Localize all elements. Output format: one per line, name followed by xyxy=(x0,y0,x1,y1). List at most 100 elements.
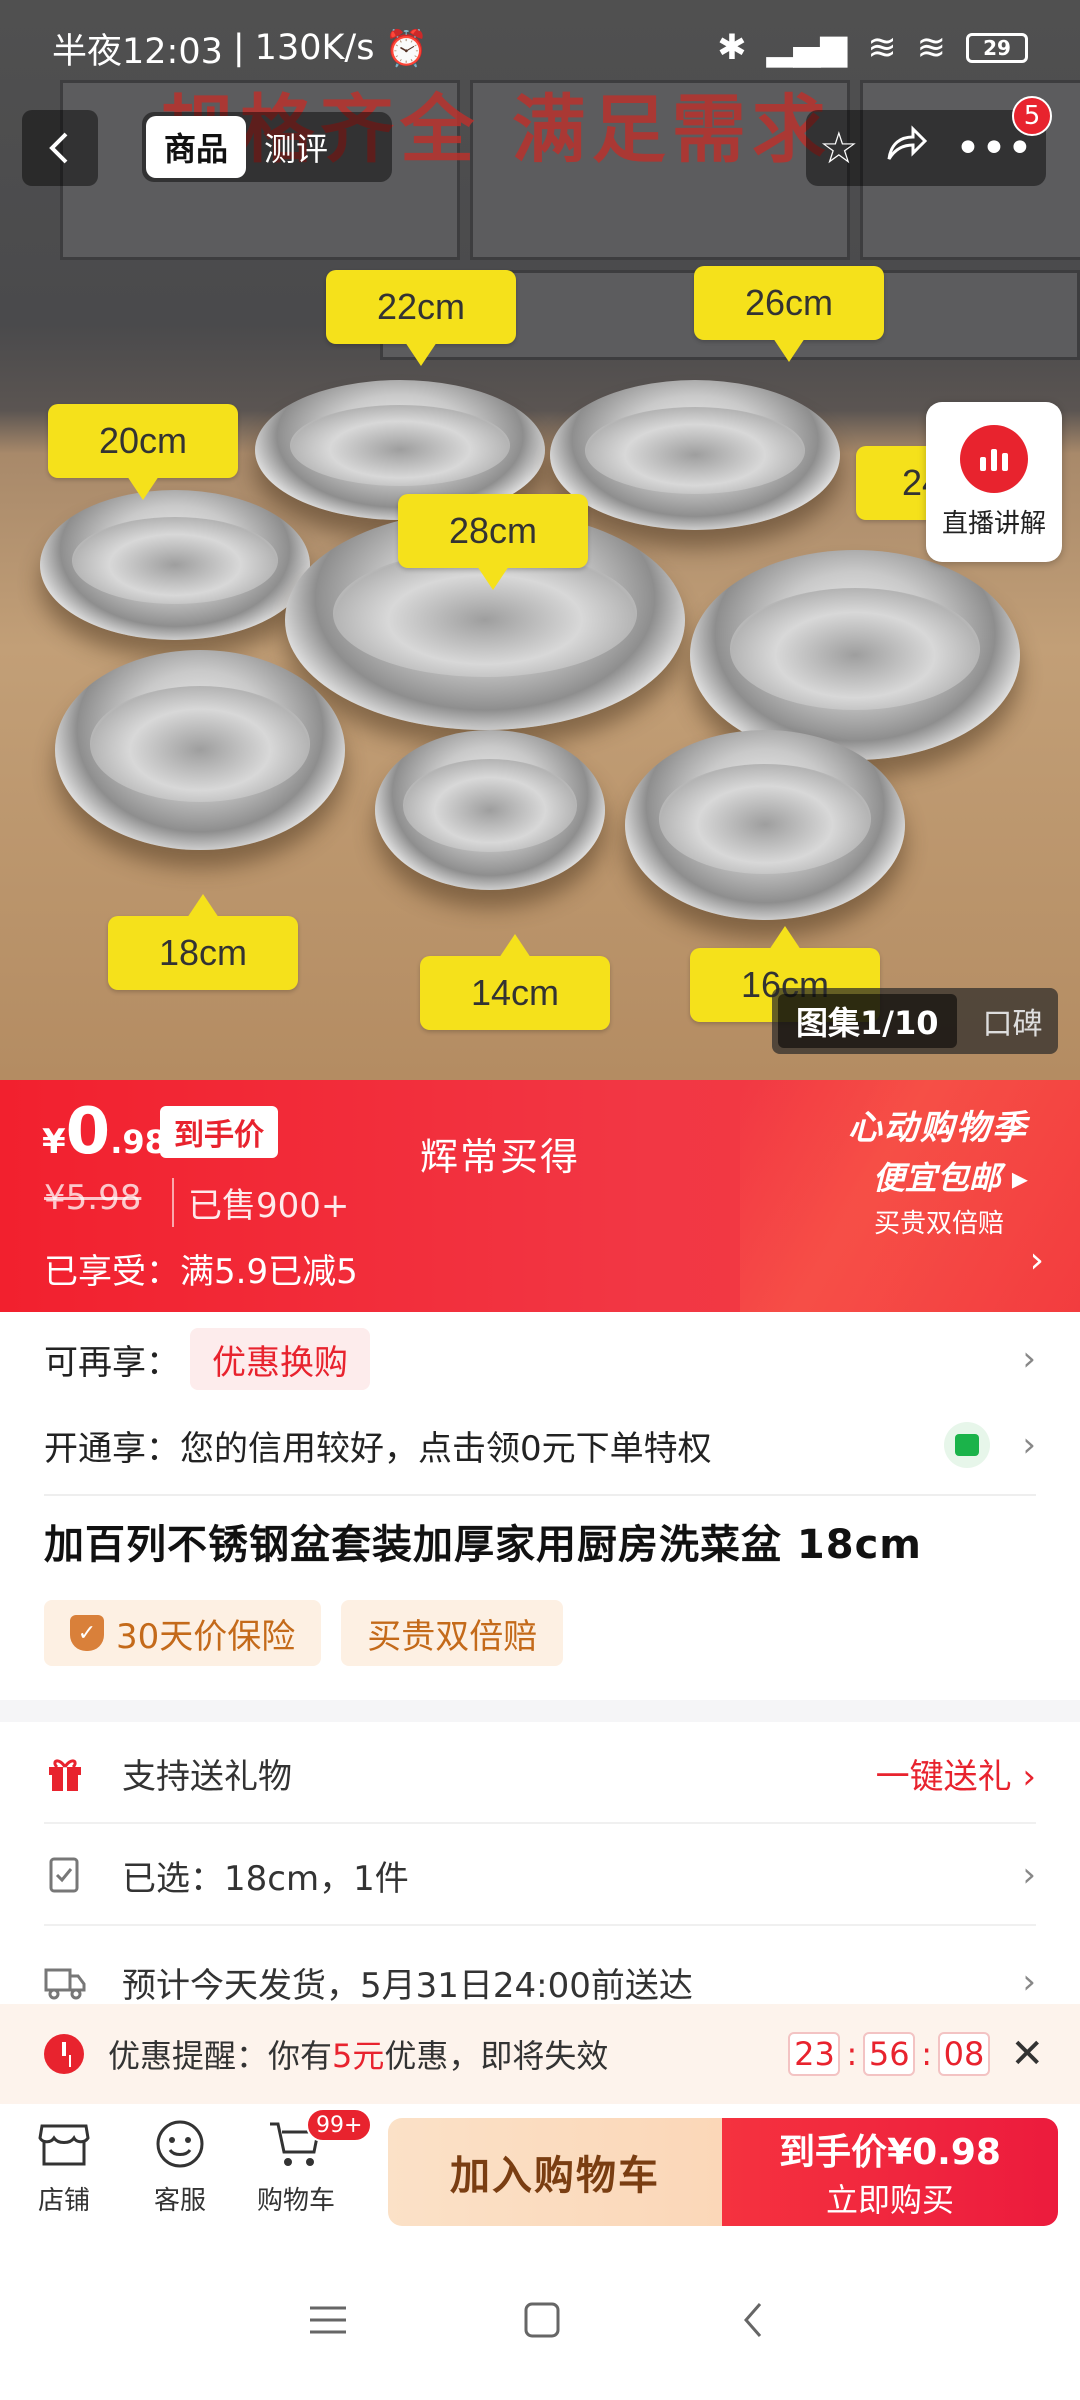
chevron-right-icon: › xyxy=(1022,1339,1036,1379)
countdown-colon: : xyxy=(846,2035,858,2073)
price-protection-badge[interactable]: ✓ 30天价保险 xyxy=(44,1600,322,1666)
service-badges: ✓ 30天价保险 买贵双倍赔 xyxy=(44,1600,564,1666)
share-icon[interactable] xyxy=(885,123,929,174)
status-bar: 半夜12:03 | 130K/s ⏰ ✱ ▂▄▆ ≋ ≋ 29 xyxy=(0,0,1080,96)
product-detail-page: 规格齐全 满足需求 22cm 26cm 20cm 24cm 28cm 18cm … xyxy=(0,0,1080,2400)
credit-privilege-row[interactable]: 开通享：您的信用较好，点击领0元下单特权 › xyxy=(44,1412,1036,1478)
size-tag: 22cm xyxy=(326,270,516,366)
cart-button[interactable]: 99+ 购物车 xyxy=(246,2108,373,2217)
bowl-18 xyxy=(55,650,345,850)
close-icon[interactable]: ✕ xyxy=(1010,2031,1044,2077)
promo-free-shipping: 便宜包邮 ▸ xyxy=(872,1159,1028,1197)
coupon-reminder-bar[interactable]: 优惠提醒：你有 5元 优惠，即将失效 23 : 56 : 08 ✕ xyxy=(0,2004,1080,2104)
action-buttons: ☆ ••• 5 xyxy=(806,96,1052,186)
product-title[interactable]: 加百列不锈钢盆套装加厚家用厨房洗菜盆 18cm xyxy=(44,1512,922,1570)
divider xyxy=(44,1494,1036,1496)
bottom-action-bar: 店铺 客服 99+ 购物车 加入购物车 到手价¥0.98 立即购买 xyxy=(0,2104,1080,2240)
promo-event-title: 心动购物季 xyxy=(848,1108,1028,1148)
alarm-icon: ⏰ xyxy=(384,28,429,69)
wifi-icon: ≋ xyxy=(867,28,897,68)
favorite-star-icon[interactable]: ☆ xyxy=(819,123,858,174)
gallery-tab[interactable]: 图集1/10 xyxy=(778,994,957,1048)
buy-now-button[interactable]: 到手价¥0.98 立即购买 xyxy=(722,2118,1058,2226)
shop-button[interactable]: 店铺 xyxy=(14,2118,114,2217)
one-click-gift-link[interactable]: 一键送礼 › xyxy=(876,1749,1036,1798)
buy-now-label: 立即购买 xyxy=(825,2181,954,2219)
signal-icon: ▂▄▆ xyxy=(766,28,848,68)
price-banner: ¥ 0 .98 到手价 辉常买得 ¥5.98 已售900+ 已享受：满5.9已减… xyxy=(0,1080,1080,1312)
chevron-right-icon: › xyxy=(1022,1425,1036,1465)
price-decimal: .98 xyxy=(110,1123,167,1161)
original-price: ¥5.98 xyxy=(44,1178,142,1218)
size-tag: 28cm xyxy=(398,494,588,590)
section-gap xyxy=(0,1700,1080,1722)
notification-badge: 5 xyxy=(1012,96,1052,136)
shield-check-icon: ✓ xyxy=(70,1615,104,1651)
size-tag: 26cm xyxy=(694,266,884,362)
chevron-left-icon xyxy=(49,132,68,164)
price-integer: 0 xyxy=(65,1095,111,1169)
promo-slogan: 辉常买得 xyxy=(420,1135,581,1179)
truck-icon xyxy=(44,1961,86,2003)
add-to-cart-button[interactable]: 加入购物车 xyxy=(388,2118,722,2226)
extra-offers-label: 可再享： xyxy=(44,1342,180,1383)
top-nav: 商品 测评 ☆ ••• 5 xyxy=(22,96,1052,186)
bowl-26 xyxy=(550,380,840,530)
bowl-14 xyxy=(375,730,605,890)
promo-event[interactable]: 心动购物季 便宜包邮 ▸ 买贵双倍赔 xyxy=(848,1100,1028,1240)
buy-price-label: 到手价 xyxy=(779,2132,888,2173)
cart-count-badge: 99+ xyxy=(306,2108,373,2142)
back-button[interactable] xyxy=(22,110,98,186)
gift-row[interactable]: 支持送礼物 一键送礼 › xyxy=(44,1724,1036,1824)
chevron-right-icon: › xyxy=(1022,1962,1036,2002)
status-time: 半夜12:03 xyxy=(52,31,223,72)
network-speed: 130K/s xyxy=(254,28,375,68)
bluetooth-icon: ✱ xyxy=(717,28,747,68)
cart-icon: 99+ xyxy=(268,2108,373,2170)
chevron-right-icon[interactable]: › xyxy=(1030,1240,1044,1281)
buy-price-value: ¥0.98 xyxy=(887,2132,1001,2173)
tab-product[interactable]: 商品 xyxy=(146,116,247,178)
wifi-icon: ≋ xyxy=(916,28,946,68)
gift-label: 支持送礼物 xyxy=(122,1756,292,1797)
battery-icon: 29 xyxy=(966,33,1028,63)
buy-now-price: 到手价¥0.98 xyxy=(779,2123,1001,2175)
home-square-icon[interactable] xyxy=(522,2300,562,2340)
double-refund-label: 买贵双倍赔 xyxy=(367,1616,538,1657)
extra-offers-row[interactable]: 可再享： 优惠换购 › xyxy=(44,1326,1036,1392)
sold-count: 已售900+ xyxy=(172,1178,349,1227)
view-tabs: 商品 测评 xyxy=(142,112,392,182)
reviews-tab[interactable]: 口碑 xyxy=(957,999,1043,1043)
status-divider: | xyxy=(232,28,245,68)
countdown-seconds: 08 xyxy=(938,2032,990,2076)
reminder-prefix: 优惠提醒：你有 xyxy=(108,2037,333,2075)
price-currency: ¥ xyxy=(42,1122,66,1162)
reminder-amount: 5元 xyxy=(332,2037,385,2075)
share-arrow-icon xyxy=(887,124,927,160)
gift-icon xyxy=(44,1752,86,1794)
countdown-colon: : xyxy=(921,2035,932,2073)
bowl-20 xyxy=(40,490,310,640)
final-price: ¥ 0 .98 xyxy=(42,1100,167,1164)
trade-in-chip[interactable]: 优惠换购 xyxy=(190,1328,370,1390)
countdown-hours: 23 xyxy=(788,2032,841,2076)
live-explain-button[interactable]: 直播讲解 xyxy=(926,402,1062,562)
menu-icon[interactable] xyxy=(306,2300,350,2340)
clock-icon xyxy=(44,2034,84,2074)
back-arrow-icon[interactable] xyxy=(734,2300,774,2340)
live-explain-label: 直播讲解 xyxy=(941,508,1046,539)
customer-service-label: 客服 xyxy=(153,2186,206,2216)
countdown-timer: 23 : 56 : 08 xyxy=(788,2032,990,2076)
price-protection-label: 30天价保险 xyxy=(116,1616,296,1657)
tab-review[interactable]: 测评 xyxy=(246,116,346,178)
customer-service-button[interactable]: 客服 xyxy=(130,2118,230,2217)
double-refund-badge[interactable]: 买贵双倍赔 xyxy=(341,1600,564,1666)
size-tag: 20cm xyxy=(48,404,238,500)
chevron-right-icon: › xyxy=(1022,1855,1036,1895)
selected-spec-row[interactable]: 已选：18cm，1件 › xyxy=(44,1826,1036,1926)
credit-privilege-text: 开通享：您的信用较好，点击领0元下单特权 xyxy=(44,1428,712,1469)
size-tag: 18cm xyxy=(108,894,298,990)
shop-icon xyxy=(36,2118,92,2170)
cart-label: 购物车 xyxy=(256,2186,335,2216)
discount-applied[interactable]: 已享受：满5.9已减5 xyxy=(44,1244,358,1293)
